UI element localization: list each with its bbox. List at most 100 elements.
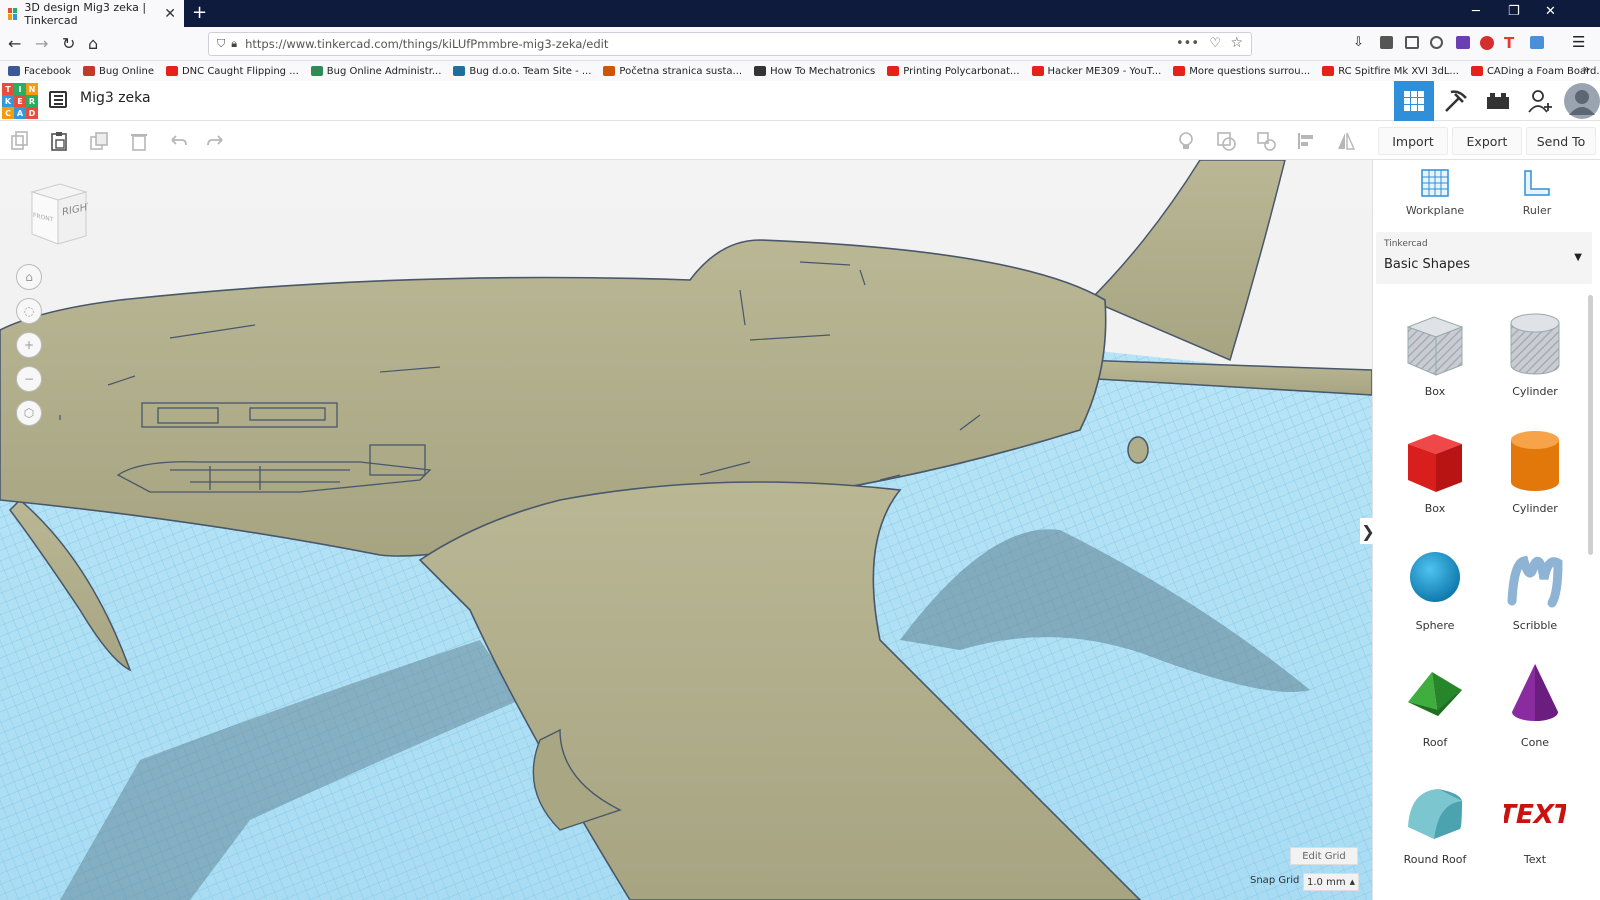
roof-icon	[1393, 660, 1477, 730]
snap-grid-value: 1.0 mm	[1307, 876, 1346, 888]
tinkercad-logo[interactable]: TINKERCAD	[2, 83, 38, 119]
bookmark-item[interactable]: How To Mechatronics	[754, 66, 875, 77]
blocks-button[interactable]	[1436, 81, 1476, 121]
delete-icon[interactable]	[129, 131, 149, 151]
bookmark-item[interactable]: Bug d.o.o. Team Site - ...	[453, 66, 591, 77]
shape-round-roof[interactable]: Round Roof	[1393, 771, 1477, 879]
reload-icon[interactable]: ↻	[62, 34, 75, 53]
send-to-button[interactable]: Send To	[1526, 127, 1596, 155]
shape-label: Text	[1523, 853, 1547, 866]
new-tab-icon[interactable]: +	[192, 2, 207, 23]
bookmark-item[interactable]: RC Spitfire Mk XVI 3dL...	[1322, 66, 1459, 77]
url-bar[interactable]: ⛉ 🔒︎ https://www.tinkercad.com/things/ki…	[208, 32, 1252, 56]
undo-icon[interactable]	[168, 131, 188, 151]
shield-icon: ⛉	[217, 37, 226, 50]
extension-icon[interactable]	[1530, 36, 1544, 49]
minimize-icon[interactable]: ─	[1472, 4, 1480, 19]
logo-letter: E	[14, 95, 26, 107]
bookmark-item[interactable]: Hacker ME309 - YouT...	[1031, 66, 1161, 77]
user-avatar[interactable]	[1562, 81, 1600, 121]
zoom-out-icon[interactable]: −	[16, 366, 42, 392]
collapse-panel-icon[interactable]: ❯	[1360, 518, 1376, 544]
pickaxe-icon	[1445, 90, 1467, 112]
pocket-icon[interactable]: ♡	[1209, 36, 1221, 51]
design-list-icon[interactable]	[49, 91, 67, 108]
zoom-in-icon[interactable]: +	[16, 332, 42, 358]
menu-icon[interactable]: ☰	[1572, 33, 1588, 51]
shape-box[interactable]: Box	[1393, 303, 1477, 411]
shape-box[interactable]: Box	[1393, 420, 1477, 528]
browser-tab[interactable]: 3D design Mig3 zeka | Tinkercad ✕	[0, 0, 184, 27]
import-button[interactable]: Import	[1378, 127, 1448, 155]
shape-cylinder[interactable]: Cylinder	[1493, 420, 1577, 528]
group-icon[interactable]	[1216, 131, 1236, 151]
redo-icon[interactable]	[206, 131, 226, 151]
paste-icon[interactable]	[49, 131, 69, 151]
shape-library-select[interactable]: Tinkercad Basic Shapes ▼	[1376, 232, 1592, 284]
restore-icon[interactable]: ❐	[1508, 4, 1520, 19]
browser-nav-bar: ← → ↻ ⌂ ⛉ 🔒︎ https://www.tinkercad.com/t…	[0, 27, 1600, 61]
extension-icon[interactable]	[1480, 36, 1494, 50]
sidebar-icon[interactable]	[1405, 36, 1419, 49]
bookmark-favicon-icon	[1173, 66, 1186, 76]
shape-text[interactable]: TEXT Text	[1493, 771, 1577, 879]
ungroup-icon[interactable]	[1256, 131, 1276, 151]
bookmark-item[interactable]: CADing a Foam Board...	[1470, 66, 1600, 77]
dropdown-caret-icon: ▼	[1574, 252, 1582, 263]
home-view-icon[interactable]: ⌂	[16, 264, 42, 290]
shape-scribble[interactable]: Scribble	[1493, 537, 1577, 645]
3d-viewport[interactable]: RIGHT FRONT ⌂ ◌ + − ⬡	[0, 160, 1372, 900]
edit-grid-button[interactable]: Edit Grid	[1290, 847, 1358, 865]
back-icon[interactable]: ←	[8, 34, 21, 53]
bricks-button[interactable]	[1478, 81, 1518, 121]
extension-icon[interactable]	[1456, 36, 1470, 49]
shape-roof[interactable]: Roof	[1393, 654, 1477, 762]
snap-grid-select[interactable]: 1.0 mm ▲	[1303, 873, 1359, 891]
brick-icon	[1487, 93, 1509, 109]
window-close-icon[interactable]: ✕	[1545, 4, 1556, 19]
grid-icon	[1404, 91, 1424, 111]
shape-cone[interactable]: Cone	[1493, 654, 1577, 762]
home-icon[interactable]: ⌂	[88, 34, 98, 53]
align-icon[interactable]	[1296, 131, 1316, 151]
bookmark-star-icon[interactable]: ☆	[1230, 35, 1243, 51]
fit-view-icon[interactable]: ◌	[16, 298, 42, 324]
view-cube[interactable]: RIGHT FRONT	[22, 182, 88, 248]
panel-scrollbar[interactable]	[1588, 295, 1593, 555]
copy-icon[interactable]	[10, 131, 30, 151]
extension-icon[interactable]: T	[1504, 34, 1520, 52]
library-icon[interactable]	[1380, 36, 1393, 49]
page-actions-icon[interactable]: •••	[1176, 36, 1199, 51]
forward-icon[interactable]: →	[35, 34, 48, 53]
bookmark-item[interactable]: Bug Online	[83, 66, 154, 77]
design-title[interactable]: Mig3 zeka	[80, 90, 151, 106]
account-icon[interactable]	[1430, 36, 1443, 49]
lightbulb-icon[interactable]	[1176, 131, 1196, 151]
workplane-tool[interactable]: Workplane	[1395, 168, 1475, 217]
shape-label: Sphere	[1415, 619, 1455, 632]
bookmarks-overflow-icon[interactable]: »	[1583, 62, 1590, 76]
ruler-tool[interactable]: Ruler	[1497, 168, 1577, 217]
shape-label: Scribble	[1512, 619, 1558, 632]
bookmark-item[interactable]: DNC Caught Flipping ...	[165, 66, 299, 77]
mirror-icon[interactable]	[1336, 131, 1356, 151]
shape-label: Box	[1424, 385, 1446, 398]
shape-sphere[interactable]: Sphere	[1393, 537, 1477, 645]
close-tab-icon[interactable]: ✕	[164, 6, 176, 22]
3d-view-button[interactable]	[1394, 81, 1434, 121]
url-text: https://www.tinkercad.com/things/kiLUfPm…	[245, 37, 609, 51]
bookmark-item[interactable]: Printing Polycarbonat...	[887, 66, 1020, 77]
bookmark-item[interactable]: Facebook	[8, 66, 71, 77]
invite-button[interactable]	[1520, 81, 1560, 121]
shape-cylinder[interactable]: Cylinder	[1493, 303, 1577, 411]
ruler-label: Ruler	[1522, 204, 1552, 217]
bookmark-item[interactable]: Početna stranica susta...	[603, 66, 742, 77]
bookmark-item[interactable]: Bug Online Administr...	[310, 66, 441, 77]
bookmark-item[interactable]: More questions surrou...	[1173, 66, 1310, 77]
download-icon[interactable]: ⇩	[1353, 35, 1369, 51]
shape-label: Round Roof	[1403, 853, 1467, 866]
library-group-label: Tinkercad	[1384, 239, 1428, 249]
export-button[interactable]: Export	[1452, 127, 1522, 155]
duplicate-icon[interactable]	[89, 131, 109, 151]
ortho-view-icon[interactable]: ⬡	[16, 400, 42, 426]
